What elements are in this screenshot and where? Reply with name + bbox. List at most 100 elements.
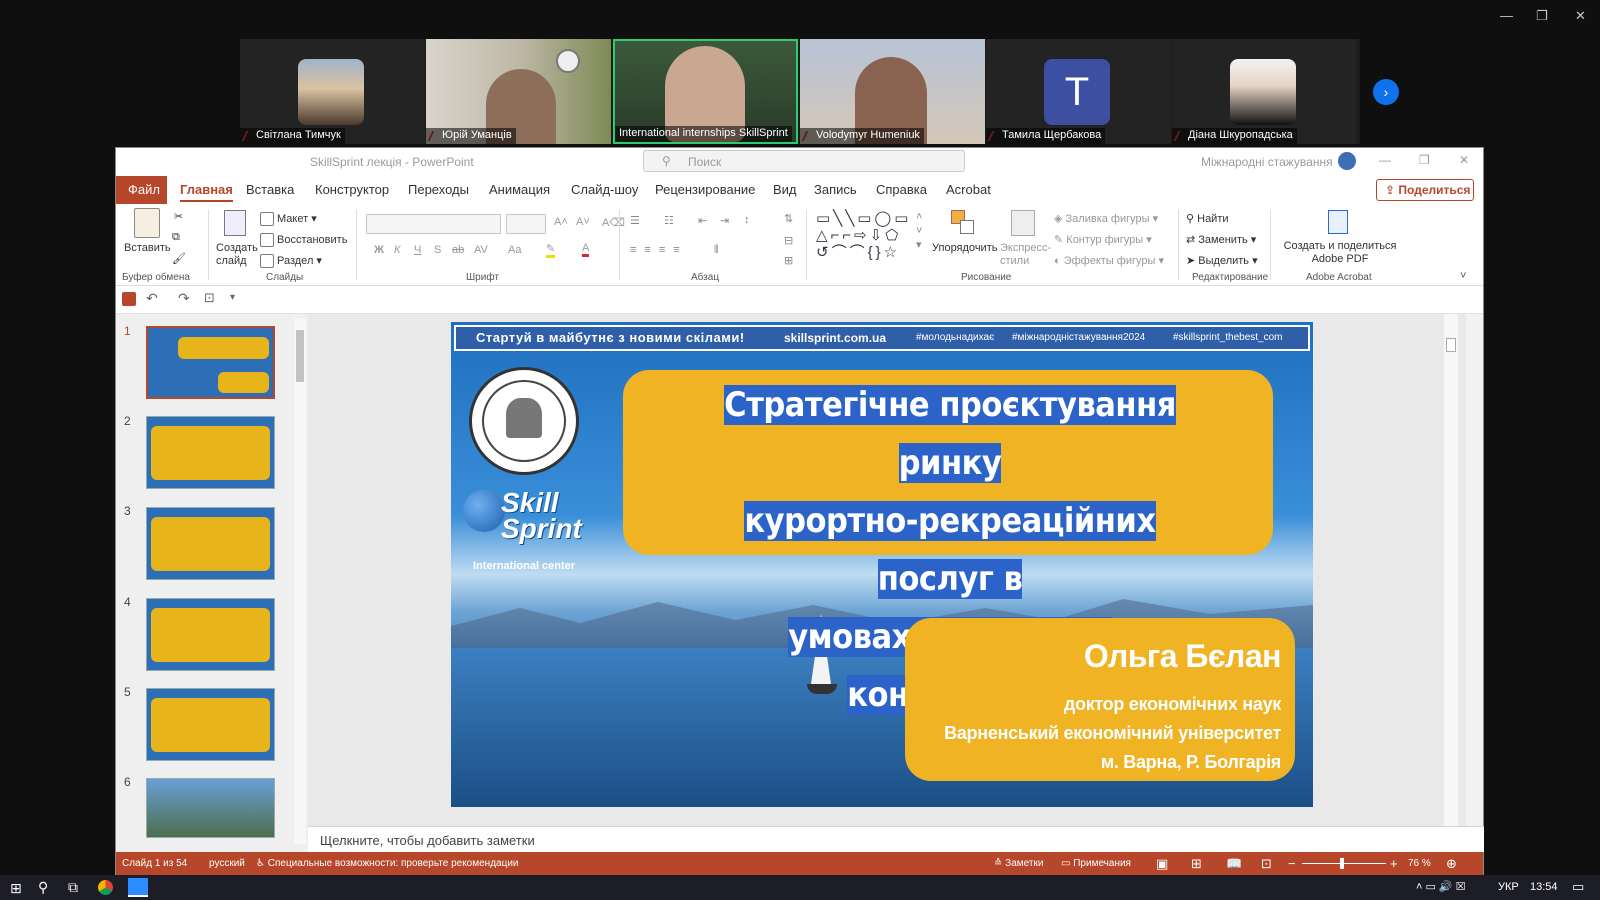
shapes-scroll-icon[interactable]: ˄ ˅ ▾ [916,210,922,252]
slide-canvas[interactable]: Стартуй в майбутнє з новими скілами! ski… [451,322,1313,807]
select-button[interactable]: ➤ Выделить ▾ [1186,254,1258,267]
search-icon[interactable]: ⚲ [38,879,48,896]
section-button[interactable]: Раздел ▾ [260,254,322,269]
present-icon[interactable]: ⊡ [204,290,215,306]
minimize-icon[interactable]: — [1379,153,1391,167]
participant-tile[interactable]: T Тамила Щербакова [986,39,1171,144]
zoom-app-icon[interactable] [128,878,148,897]
tab-record[interactable]: Запись [814,182,857,197]
clear-format-icon[interactable]: A⌫ [602,216,625,229]
copy-icon[interactable]: ⧉ [172,231,180,244]
clock[interactable]: 13:54 [1530,881,1558,893]
find-button[interactable]: ⚲ Найти [1186,212,1229,225]
layout-button[interactable]: Макет ▾ [260,212,317,227]
tab-insert[interactable]: Вставка [246,182,294,197]
tab-home[interactable]: Главная [180,182,233,202]
tab-help[interactable]: Справка [876,182,927,197]
font-color-icon[interactable]: A [582,242,590,257]
collapse-ribbon-icon[interactable]: ˅ [1460,270,1466,282]
zoom-slider[interactable] [1302,858,1386,869]
tab-review[interactable]: Рецензирование [655,182,755,197]
highlight-icon[interactable]: ✎ [546,242,556,258]
underline-button[interactable]: Ч [414,244,421,256]
strike-button[interactable]: ab [452,244,464,256]
slide-thumbnail[interactable] [146,416,275,489]
tab-animations[interactable]: Анимация [489,182,550,197]
reset-button[interactable]: Восстановить [260,233,347,247]
account-name[interactable]: Міжнародні стажування [1201,155,1333,169]
participant-tile-active[interactable]: International internships SkillSprint [613,39,798,144]
font-size-select[interactable] [506,214,546,234]
adobe-pdf-button[interactable]: Создать и поделиться Adobe PDF [1282,240,1398,266]
tab-file[interactable]: Файл [116,176,167,204]
tab-design[interactable]: Конструктор [315,182,389,197]
language-indicator[interactable]: русский [209,858,245,869]
editor-scrollbar[interactable] [1444,314,1458,826]
line-spacing-icon[interactable]: ↕ [744,214,750,226]
tray-icons[interactable]: ˄ ▭ 🔊 ☒ [1416,880,1466,893]
undo-icon[interactable]: ↶ [146,290,158,307]
paste-button[interactable]: Вставить [124,242,171,254]
shapes-gallery[interactable]: ▭╲╲▭◯▭ △⌐⌐⇨⇩⬠ ↺⌒⌒{}☆ [816,210,916,262]
customize-qat-icon[interactable]: ▾ [230,292,235,303]
tab-transitions[interactable]: Переходы [408,182,469,197]
slide-thumbnail[interactable] [146,778,275,838]
title-box[interactable]: Стратегічне проєктування ринку курортно-… [623,370,1273,715]
tab-slideshow[interactable]: Слайд-шоу [571,182,638,197]
participant-tile[interactable]: Світлана Тимчук [240,39,425,144]
fit-slide-icon[interactable]: ⊕ [1446,856,1457,872]
comments-toggle[interactable]: ▭ Примечания [1061,858,1131,869]
replace-button[interactable]: ⇄ Заменить ▾ [1186,233,1256,246]
font-shrink-icon[interactable]: A˅ [576,216,590,228]
numbering-icon[interactable]: ☷ [664,214,674,227]
tab-acrobat[interactable]: Acrobat [946,182,991,197]
zoom-out-icon[interactable]: − [1288,856,1296,871]
format-painter-icon[interactable]: 🖌 [172,252,186,265]
shadow-button[interactable]: S [434,244,441,256]
speaker-box[interactable]: Ольга Бєлан доктор економічних наук Варн… [905,618,1295,781]
notification-icon[interactable]: ▭ [1572,879,1584,895]
smartart-icon[interactable]: ⊞ [784,254,793,267]
slide-thumbnail[interactable] [146,507,275,580]
task-view-icon[interactable]: ⧉ [68,879,78,896]
zoom-level[interactable]: 76 % [1408,858,1431,869]
search-box[interactable]: ⚲ Поиск [643,150,965,172]
sorter-view-icon[interactable]: ⊞ [1191,856,1202,872]
close-icon[interactable]: ✕ [1459,153,1469,167]
arrange-button[interactable]: Упорядочить [932,242,997,254]
cut-icon[interactable]: ✂ [174,210,183,223]
new-slide-button[interactable]: Создать слайд [216,242,260,268]
text-direction-icon[interactable]: ⇅ [784,212,793,225]
quick-styles-button[interactable]: Экспресс-стили [1000,242,1051,268]
bold-button[interactable]: Ж [374,244,384,256]
shape-effects-button[interactable]: ◐ Эффекты фигуры ▾ [1054,254,1164,267]
normal-view-icon[interactable]: ▣ [1156,856,1168,872]
slide-thumbnail[interactable] [146,326,275,399]
restore-icon[interactable]: ❐ [1419,153,1430,167]
thumbnails-scrollbar[interactable] [294,318,306,844]
save-icon[interactable] [122,292,136,306]
slide-thumbnail[interactable] [146,688,275,761]
font-grow-icon[interactable]: A˄ [554,216,568,228]
reading-view-icon[interactable]: 📖 [1226,856,1242,872]
participant-tile[interactable]: Volodymyr Humeniuk [800,39,985,144]
align-text-icon[interactable]: ⊟ [784,234,793,247]
share-button[interactable]: ⇪ Поделиться [1376,179,1474,201]
keyboard-language[interactable]: УКР [1498,881,1519,893]
windows-start-icon[interactable]: ⊞ [10,880,22,897]
slide-thumbnail[interactable] [146,598,275,671]
font-family-select[interactable] [366,214,501,234]
indent-decrease-icon[interactable]: ⇤ [698,214,707,227]
align-buttons[interactable]: ≡≡≡≡ [630,244,688,256]
tab-view[interactable]: Вид [773,182,797,197]
chrome-icon[interactable] [98,880,113,895]
close-icon[interactable]: ✕ [1575,8,1586,24]
accessibility-status[interactable]: ♿ Специальные возможности: проверьте рек… [256,858,519,869]
participant-tile[interactable]: Юрій Уманців [426,39,611,144]
notes-toggle[interactable]: ≙ Заметки [994,858,1043,869]
slideshow-view-icon[interactable]: ⊡ [1261,856,1272,872]
shape-outline-button[interactable]: ✎ Контур фигуры ▾ [1054,233,1152,246]
participant-tile[interactable]: Діана Шкуропадська [1172,39,1357,144]
shape-fill-button[interactable]: ◈ Заливка фигуры ▾ [1054,212,1158,225]
notes-pane[interactable]: Щелкните, чтобы добавить заметки [308,826,1484,852]
